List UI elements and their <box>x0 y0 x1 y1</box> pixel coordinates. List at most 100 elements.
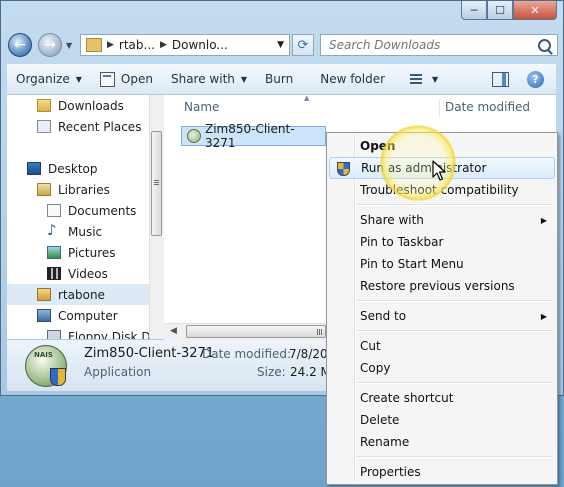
desktop-icon <box>27 162 41 175</box>
column-header-name[interactable]: Name <box>184 95 219 119</box>
share-with-label: Share with <box>170 72 235 86</box>
address-bar[interactable]: ▶ rtab... ▶ Downlo... ▼ <box>80 34 290 56</box>
grip-icon <box>154 180 159 186</box>
sidebar-item-libraries[interactable]: Libraries <box>7 179 149 200</box>
menu-item-cut[interactable]: Cut <box>329 335 555 357</box>
menu-separator <box>357 382 553 384</box>
column-header-date-modified[interactable]: Date modified <box>445 95 530 119</box>
videos-icon <box>47 267 61 280</box>
menu-item-restore-previous-versions[interactable]: Restore previous versions <box>329 275 555 297</box>
forward-button[interactable]: → <box>38 33 62 57</box>
menu-item-create-shortcut[interactable]: Create shortcut <box>329 387 555 409</box>
address-dropdown-icon[interactable]: ▼ <box>277 40 284 50</box>
menu-item-copy[interactable]: Copy <box>329 357 555 379</box>
share-with-button[interactable]: Share with ▼ <box>162 64 256 94</box>
refresh-button[interactable]: ⟳ <box>292 34 314 56</box>
sidebar-item-label: Libraries <box>58 182 110 197</box>
burn-label: Burn <box>265 72 294 86</box>
menu-item-label: Create shortcut <box>360 391 454 405</box>
sidebar-item-downloads[interactable]: Downloads <box>7 95 149 116</box>
sidebar-item-pictures[interactable]: Pictures <box>7 242 149 263</box>
menu-item-open[interactable]: Open <box>329 135 555 157</box>
sidebar-item-label: Recent Places <box>58 119 142 134</box>
menu-item-label: Troubleshoot compatibility <box>360 183 519 197</box>
search-icon[interactable] <box>538 38 551 52</box>
file-item[interactable]: Zim850-Client-3271 <box>181 122 326 150</box>
preview-pane-button[interactable] <box>482 64 509 94</box>
breadcrumb-downloads[interactable]: Downlo... <box>172 38 228 52</box>
computer-icon <box>37 309 51 322</box>
search-input[interactable] <box>327 37 531 53</box>
sidebar-item-floppy[interactable]: Floppy Disk Dri... <box>7 326 149 339</box>
column-divider[interactable] <box>439 99 440 117</box>
menu-item-pin-to-start-menu[interactable]: Pin to Start Menu <box>329 253 555 275</box>
recent-pages-dropdown[interactable]: ▼ <box>66 41 72 50</box>
menu-item-send-to[interactable]: Send to ▶ <box>329 305 555 327</box>
details-size-label: Size: <box>257 365 286 379</box>
preview-pane-icon <box>492 71 509 87</box>
window-controls: ─ ☐ ✕ <box>461 1 557 21</box>
navigation-scrollbar[interactable] <box>149 95 164 339</box>
command-bar: Organize ▼ Open Share with ▼ Burn New fold… <box>7 64 556 95</box>
sidebar-item-music[interactable]: Music <box>7 221 149 242</box>
minimize-button[interactable]: ─ <box>461 1 487 20</box>
burn-button[interactable]: Burn <box>256 64 311 94</box>
menu-item-run-as-administrator[interactable]: Run as administrator <box>329 157 555 179</box>
menu-item-share-with[interactable]: Share with ▶ <box>329 209 555 231</box>
context-menu: Open Run as administrator Troubleshoot c… <box>326 132 558 485</box>
maximize-button[interactable]: ☐ <box>487 1 513 20</box>
sidebar-item-videos[interactable]: Videos <box>7 263 149 284</box>
menu-separator <box>357 300 553 302</box>
sidebar-item-label: Pictures <box>68 245 116 260</box>
breadcrumb-arrow-icon[interactable]: ▶ <box>160 40 167 50</box>
sidebar-item-label: Desktop <box>48 161 98 176</box>
menu-item-delete[interactable]: Delete <box>329 409 555 431</box>
close-button[interactable]: ✕ <box>513 1 557 20</box>
search-box[interactable] <box>320 34 558 56</box>
sidebar-item-desktop[interactable]: Desktop <box>7 158 149 179</box>
sidebar-item-label: Computer <box>58 308 118 323</box>
details-date-label: Date modified: <box>202 347 292 361</box>
badge-text: NAIS <box>34 351 53 359</box>
menu-item-label: Rename <box>360 435 410 449</box>
submenu-arrow-icon: ▶ <box>540 311 547 321</box>
menu-item-label: Copy <box>360 361 391 375</box>
open-button[interactable]: Open <box>91 64 162 94</box>
sidebar-item-computer[interactable]: Computer <box>7 305 149 326</box>
menu-item-label: Delete <box>360 413 400 427</box>
menu-item-label: Open <box>360 139 396 153</box>
menu-item-label: Restore previous versions <box>360 279 515 293</box>
back-button[interactable]: ← <box>8 33 32 57</box>
file-name: Zim850-Client-3271 <box>204 122 295 150</box>
documents-icon <box>47 204 61 217</box>
details-file-name: Zim850-Client-3271 <box>84 346 215 361</box>
open-label: Open <box>120 72 153 86</box>
menu-item-properties[interactable]: Properties <box>329 461 555 483</box>
change-view-button[interactable]: ▼ <box>394 64 447 94</box>
menu-item-pin-to-taskbar[interactable]: Pin to Taskbar <box>329 231 555 253</box>
application-large-icon: NAIS <box>25 345 67 387</box>
sidebar-item-rtabone[interactable]: rtabone <box>7 284 149 305</box>
menu-item-label: Properties <box>360 465 421 479</box>
menu-separator <box>357 204 553 206</box>
grip-icon <box>317 329 323 335</box>
organize-button[interactable]: Organize ▼ <box>7 64 91 94</box>
scrollbar-thumb[interactable] <box>151 131 162 236</box>
sidebar-item-recent-places[interactable]: Recent Places <box>7 116 149 137</box>
navigation-bar: ← → ▼ ▶ rtab... ▶ Downlo... ▼ ⟳ <box>8 31 558 59</box>
scrollbar-thumb[interactable] <box>186 325 326 338</box>
menu-item-troubleshoot-compatibility[interactable]: Troubleshoot compatibility <box>329 179 555 201</box>
new-folder-button[interactable]: New folder <box>311 64 394 94</box>
menu-item-label: Share with <box>360 213 424 227</box>
breadcrumb-user[interactable]: rtab... <box>119 38 155 52</box>
submenu-arrow-icon: ▶ <box>540 215 547 225</box>
scroll-left-icon[interactable]: ◀ <box>170 326 177 336</box>
menu-separator <box>357 456 553 458</box>
breadcrumb-arrow-icon[interactable]: ▶ <box>107 40 114 50</box>
sidebar-item-label: Documents <box>68 203 137 218</box>
menu-item-rename[interactable]: Rename <box>329 431 555 453</box>
help-icon[interactable]: ? <box>527 70 544 88</box>
recent-places-icon <box>37 120 51 133</box>
menu-item-label: Pin to Taskbar <box>360 235 444 249</box>
sidebar-item-documents[interactable]: Documents <box>7 200 149 221</box>
